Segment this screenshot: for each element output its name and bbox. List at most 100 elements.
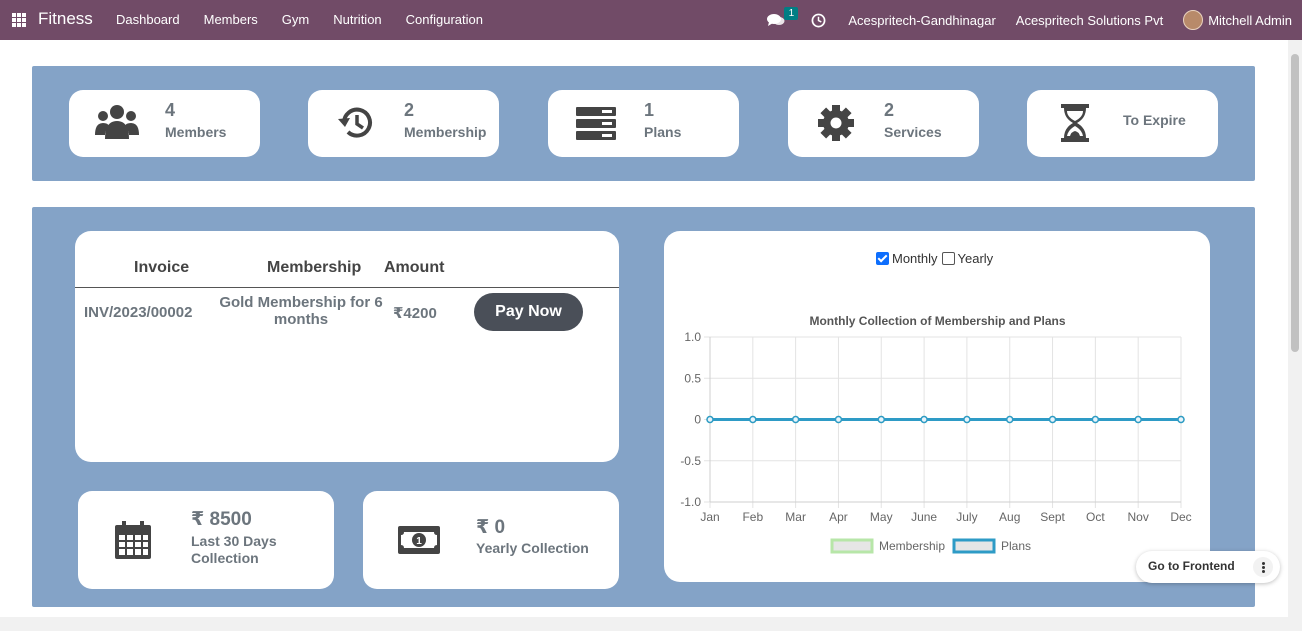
chat-count-badge: 1 bbox=[784, 7, 799, 20]
x-tick-label: June bbox=[911, 510, 937, 524]
x-tick-label: Oct bbox=[1086, 510, 1105, 524]
hourglass-icon bbox=[1061, 104, 1089, 142]
stat-card-services[interactable]: 2 Services bbox=[788, 90, 979, 157]
to-expire-label: To Expire bbox=[1123, 112, 1186, 128]
last-30-days-caption: Last 30 Days Collection bbox=[191, 533, 277, 567]
data-point-plans bbox=[1005, 415, 1014, 424]
navbar-right: 1 Acespritech-Gandhinagar Acespritech So… bbox=[767, 0, 1302, 40]
apps-grid-icon[interactable] bbox=[12, 13, 26, 27]
vertical-scrollbar[interactable] bbox=[1288, 40, 1302, 617]
collection-line-chart: Monthly Collection of Membership and Pla… bbox=[680, 314, 1192, 554]
membership-label: Membership bbox=[404, 124, 487, 140]
yearly-caption: Yearly Collection bbox=[476, 540, 589, 556]
amount-header: Amount bbox=[384, 259, 445, 276]
services-label: Services bbox=[884, 124, 942, 140]
membership-name-line2: months bbox=[273, 311, 329, 328]
stat-card-to-expire[interactable]: To Expire bbox=[1027, 90, 1218, 157]
invoice-amount: ₹4200 bbox=[393, 305, 437, 322]
last-30-days-caption-line1: Last 30 Days bbox=[191, 533, 277, 549]
gear-icon bbox=[818, 105, 854, 141]
chat-icon[interactable]: 1 bbox=[767, 7, 799, 27]
history-icon bbox=[338, 107, 372, 138]
data-point-plans bbox=[1091, 415, 1100, 424]
vertical-scrollbar-thumb[interactable] bbox=[1291, 54, 1299, 352]
data-point-plans bbox=[706, 415, 714, 424]
last-30-days-card: ₹ 8500 Last 30 Days Collection bbox=[78, 491, 334, 589]
legend-swatch-membership bbox=[830, 538, 874, 554]
main-menu: Dashboard Members Gym Nutrition Configur… bbox=[104, 0, 495, 40]
x-tick-label: Apr bbox=[829, 510, 848, 524]
last-30-days-amount: ₹ 8500 bbox=[191, 509, 252, 530]
server-icon bbox=[576, 107, 616, 140]
y-tick-label: -1.0 bbox=[680, 495, 701, 509]
yearly-collection-card: 1 ₹ 0 Yearly Collection bbox=[363, 491, 619, 589]
menu-members[interactable]: Members bbox=[192, 0, 270, 40]
x-tick-label: Nov bbox=[1128, 510, 1149, 524]
money-bill-icon: 1 bbox=[398, 526, 440, 554]
chart-title: Monthly Collection of Membership and Pla… bbox=[809, 314, 1065, 328]
legend-swatch-plans bbox=[952, 538, 996, 554]
x-tick-label: Aug bbox=[999, 510, 1020, 524]
membership-name-line1: Gold Membership for 6 bbox=[219, 294, 383, 311]
more-options-icon[interactable] bbox=[1253, 557, 1273, 577]
stat-card-membership[interactable]: 2 Membership bbox=[308, 90, 499, 157]
y-tick-label: 1.0 bbox=[684, 330, 701, 344]
user-avatar[interactable] bbox=[1183, 10, 1204, 30]
membership-header: Membership bbox=[267, 259, 362, 276]
last-30-days-caption-line2: Collection bbox=[191, 550, 259, 566]
invoice-number: INV/2023/00002 bbox=[84, 304, 193, 321]
company-branch-switcher[interactable]: Acespritech-Gandhinagar bbox=[848, 13, 995, 28]
x-tick-label: Feb bbox=[742, 510, 763, 524]
x-tick-label: May bbox=[870, 510, 893, 524]
y-tick-label: -0.5 bbox=[680, 454, 701, 468]
data-point-plans bbox=[1134, 415, 1142, 424]
data-point-plans bbox=[963, 415, 971, 424]
data-point-plans bbox=[791, 415, 800, 424]
svg-text:1: 1 bbox=[416, 536, 422, 547]
invoice-header: Invoice bbox=[134, 259, 190, 276]
header-divider bbox=[75, 287, 619, 288]
members-count: 4 bbox=[165, 100, 176, 120]
stat-card-plans[interactable]: 1 Plans bbox=[548, 90, 739, 157]
x-tick-label: Dec bbox=[1170, 510, 1191, 524]
legend-label-membership: Membership bbox=[879, 539, 945, 553]
menu-gym[interactable]: Gym bbox=[270, 0, 321, 40]
x-tick-label: Sept bbox=[1040, 510, 1065, 524]
data-point-plans bbox=[877, 415, 886, 424]
menu-dashboard[interactable]: Dashboard bbox=[104, 0, 192, 40]
data-point-plans bbox=[834, 415, 843, 424]
membership-count: 2 bbox=[404, 100, 415, 120]
menu-nutrition[interactable]: Nutrition bbox=[321, 0, 393, 40]
go-to-frontend-widget: Go to Frontend bbox=[1136, 551, 1280, 583]
user-menu[interactable]: Mitchell Admin bbox=[1208, 13, 1292, 28]
plans-count: 1 bbox=[644, 100, 655, 120]
membership-name: Gold Membership for 6 months bbox=[215, 294, 387, 328]
app-brand[interactable]: Fitness bbox=[38, 9, 93, 29]
x-tick-label: July bbox=[956, 510, 977, 524]
yearly-amount: ₹ 0 bbox=[476, 517, 506, 538]
services-count: 2 bbox=[884, 100, 895, 120]
plans-label: Plans bbox=[644, 124, 682, 140]
data-point-plans bbox=[749, 415, 757, 424]
x-tick-label: Jan bbox=[700, 510, 719, 524]
x-tick-label: Mar bbox=[785, 510, 806, 524]
data-point-plans bbox=[920, 415, 928, 424]
stat-card-members[interactable]: 4 Members bbox=[69, 90, 260, 157]
legend-label-plans: Plans bbox=[1001, 539, 1031, 553]
horizontal-scrollbar[interactable] bbox=[0, 617, 1302, 631]
members-label: Members bbox=[165, 124, 227, 140]
pay-now-button[interactable]: Pay Now bbox=[474, 293, 583, 331]
invoice-table-card: Invoice Membership Amount INV/2023/00002… bbox=[75, 231, 619, 462]
go-to-frontend-button[interactable]: Go to Frontend bbox=[1148, 559, 1235, 573]
activity-clock-icon[interactable] bbox=[811, 13, 826, 28]
menu-configuration[interactable]: Configuration bbox=[394, 0, 495, 40]
y-tick-label: 0 bbox=[694, 413, 701, 427]
company-name[interactable]: Acespritech Solutions Pvt bbox=[1016, 13, 1163, 28]
calendar-icon bbox=[115, 521, 151, 559]
top-navbar: Fitness Dashboard Members Gym Nutrition … bbox=[0, 0, 1302, 40]
y-tick-label: 0.5 bbox=[684, 371, 701, 385]
collection-chart-card: Monthly Yearly Monthly Collection of Mem… bbox=[664, 231, 1210, 582]
users-icon bbox=[95, 105, 139, 139]
data-point-plans bbox=[1177, 415, 1185, 424]
data-point-plans bbox=[1048, 415, 1057, 424]
